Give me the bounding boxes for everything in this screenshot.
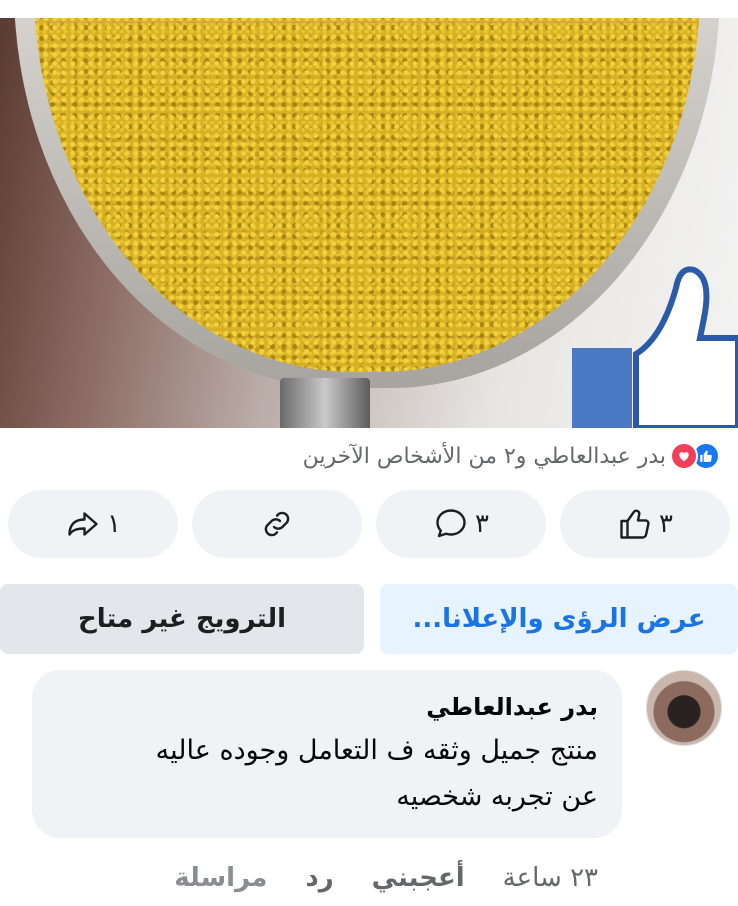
comment-icon bbox=[436, 509, 466, 538]
copy-link-button[interactable] bbox=[192, 490, 362, 558]
thumbs-up-overlay-icon bbox=[572, 266, 738, 428]
thumbs-up-icon bbox=[620, 509, 650, 539]
reaction-icons bbox=[670, 442, 720, 470]
comment-bubble[interactable]: بدر عبدالعاطي منتج جميل وثقه ف التعامل و… bbox=[32, 670, 622, 838]
avatar[interactable] bbox=[646, 670, 722, 746]
comment-count: ٣ bbox=[475, 509, 489, 539]
comment-author[interactable]: بدر عبدالعاطي bbox=[56, 690, 598, 724]
comment-button[interactable]: ٣ bbox=[376, 490, 546, 558]
comment-like-link[interactable]: أعجبني bbox=[372, 863, 465, 893]
view-insights-button[interactable]: عرض الرؤى والإعلانا... bbox=[380, 584, 738, 654]
like-count: ٣ bbox=[659, 509, 673, 539]
post-image[interactable] bbox=[0, 18, 738, 428]
promotion-unavailable-button[interactable]: الترويج غير متاح bbox=[0, 584, 364, 654]
like-button[interactable]: ٣ bbox=[560, 490, 730, 558]
link-icon bbox=[264, 511, 290, 537]
comment-reply-link[interactable]: رد bbox=[305, 863, 333, 893]
comment-time[interactable]: ٢٣ ساعة bbox=[503, 863, 598, 893]
reactions-summary[interactable]: بدر عبدالعاطي و٢ من الأشخاص الآخرين bbox=[303, 436, 720, 476]
share-button[interactable]: ١ bbox=[8, 490, 178, 558]
share-count: ١ bbox=[107, 509, 121, 539]
comment-text: منتج جميل وثقه ف التعامل وجوده عاليه عن … bbox=[155, 735, 598, 812]
comment-message-link[interactable]: مراسلة bbox=[174, 863, 267, 893]
promotion-row: عرض الرؤى والإعلانا... الترويج غير متاح bbox=[0, 584, 738, 654]
promotion-unavailable-label: الترويج غير متاح bbox=[78, 604, 286, 634]
bowl-handle bbox=[280, 378, 370, 428]
comment-meta: ٢٣ ساعة أعجبني رد مراسلة bbox=[174, 856, 598, 900]
post-actions: ١ ٣ ٣ bbox=[8, 490, 730, 558]
love-icon bbox=[670, 442, 698, 470]
view-insights-label: عرض الرؤى والإعلانا... bbox=[412, 604, 706, 634]
reactions-summary-text: بدر عبدالعاطي و٢ من الأشخاص الآخرين bbox=[302, 443, 666, 469]
share-icon bbox=[68, 512, 98, 536]
